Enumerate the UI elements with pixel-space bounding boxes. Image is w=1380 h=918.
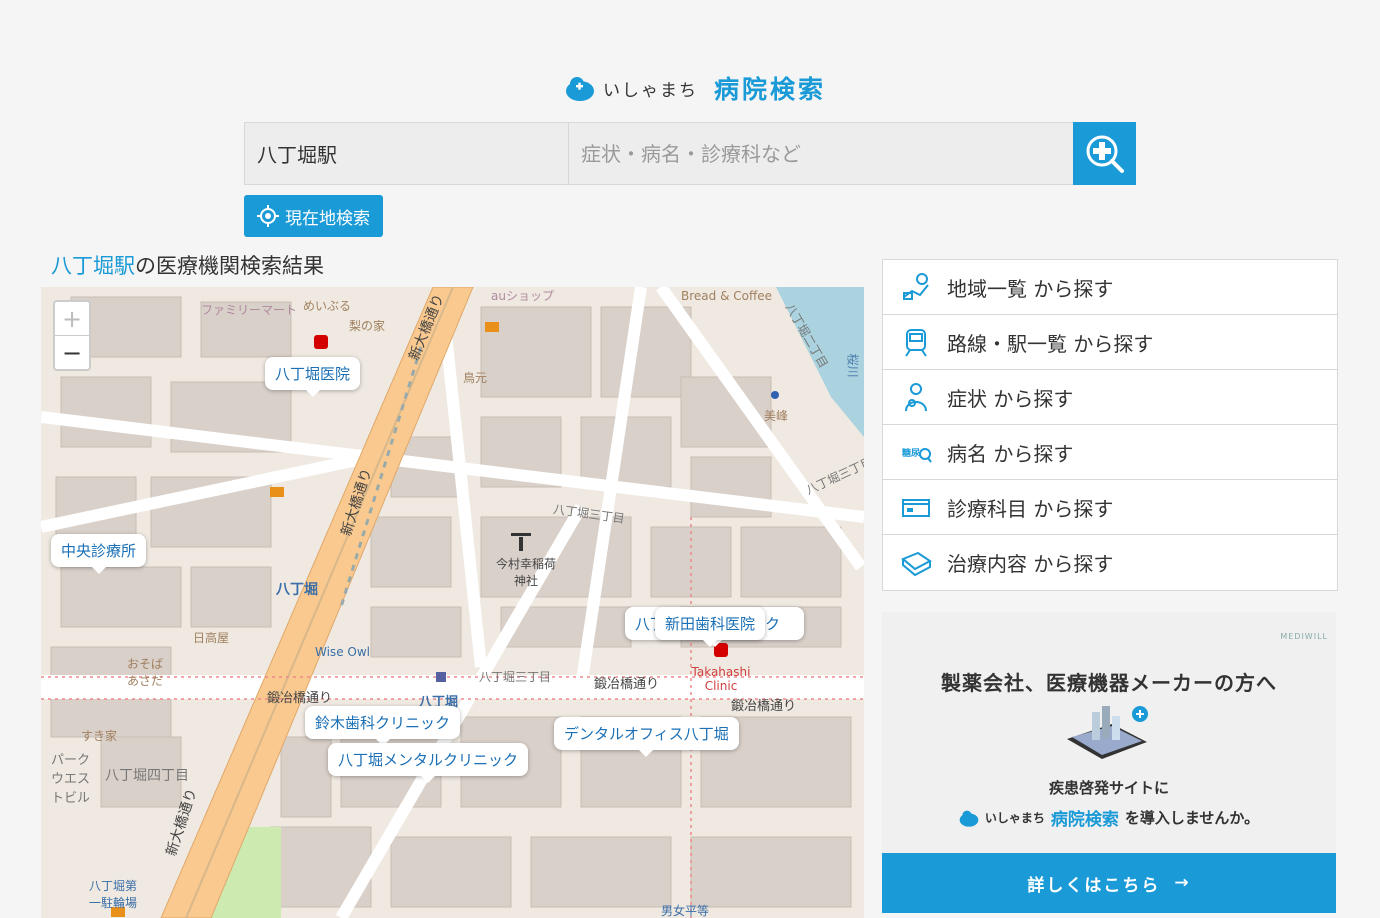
zoom-out-button[interactable]: − xyxy=(55,336,89,369)
search-button[interactable] xyxy=(1073,122,1136,185)
site-logo[interactable]: いしゃまち 病院検索 xyxy=(565,70,826,106)
map-label-meiburu: めいぶる xyxy=(303,299,352,313)
popup-nitta-shika[interactable]: 新田歯科医院 xyxy=(655,607,766,647)
map-label-kajibashi-2: 鍛冶橋通り xyxy=(594,677,660,692)
map-label-park-west: パーク ウエス トビル xyxy=(51,753,91,806)
keyword-input[interactable] xyxy=(569,123,1073,184)
result-title-suffix: の医療機関検索結果 xyxy=(135,254,324,278)
side-item-treatment-label: 治療内容 から探す xyxy=(947,552,1114,576)
ad-logo-small: いしゃまち xyxy=(984,811,1045,825)
map-view[interactable]: + − ファミリーマート めいぶる 梨の家 auショップ Bread & Cof… xyxy=(41,287,864,918)
map-label-hatchobori-station: 八丁堀 xyxy=(276,582,318,598)
popup-hatchobori-iin[interactable]: 八丁堀医院 xyxy=(265,357,361,397)
map-label-sukiya: すき家 xyxy=(81,729,118,743)
map-label-family-mart: ファミリーマート xyxy=(201,303,298,317)
map-label-au: auショップ xyxy=(491,289,554,303)
search-bar xyxy=(244,122,1136,185)
treatment-book-icon xyxy=(899,546,933,580)
disease-icon: 糖尿 xyxy=(899,435,933,469)
ad-cta-button[interactable]: 詳しくはこちら → xyxy=(882,853,1336,913)
map-label-mimine: 美峰 xyxy=(764,409,789,423)
zoom-control: + − xyxy=(53,300,91,371)
map-label-hidaka: 日高屋 xyxy=(193,631,230,645)
location-input[interactable] xyxy=(245,123,569,184)
side-item-disease-label: 病名 から探す xyxy=(947,441,1074,466)
map-label-hatchobori-4: 八丁堀四丁目 xyxy=(105,768,189,784)
logo-text: いしゃまち xyxy=(603,80,698,101)
map-label-wise-owl: Wise Owl xyxy=(315,645,370,659)
side-item-region[interactable]: 地域一覧 から探す xyxy=(883,260,1337,315)
map-label-kajibashi-1: 鍛冶橋通り xyxy=(267,691,333,706)
ad-cta-label: 詳しくはこちら xyxy=(1027,875,1161,896)
map-label-danjo: 男女平等 xyxy=(661,904,710,918)
ad-sub: 疾患啓発サイトに xyxy=(1048,779,1169,797)
map-label-nashinoie: 梨の家 xyxy=(349,319,386,333)
map-label-sakura: 桜川 xyxy=(845,353,860,378)
current-location-label: 現在地検索 xyxy=(285,208,370,229)
map-label-torigen: 鳥元 xyxy=(463,371,488,385)
popup-dental-office[interactable]: デンタルオフィス八丁堀 xyxy=(554,717,739,757)
side-item-train[interactable]: 路線・駅一覧 から探す xyxy=(883,315,1337,370)
ad-line: いしゃまち 病院検索 を導入しませんか。 xyxy=(882,805,1336,830)
side-item-department-label: 診療科目 から探す xyxy=(947,496,1114,521)
map-label-parking: 八丁堀第一駐輪場 xyxy=(89,879,138,910)
map-base xyxy=(41,287,864,918)
side-item-region-label: 地域一覧 から探す xyxy=(947,276,1114,301)
side-item-symptom-label: 症状 から探す xyxy=(947,386,1074,411)
side-item-symptom[interactable]: 症状 から探す xyxy=(883,370,1337,425)
svg-text:糖尿: 糖尿 xyxy=(902,447,920,459)
phone-city-illustration-icon xyxy=(1062,704,1152,768)
department-icon xyxy=(899,490,933,524)
side-item-treatment[interactable]: 治療内容 から探す xyxy=(883,535,1337,590)
map-region-icon xyxy=(899,270,933,304)
train-icon xyxy=(899,325,933,359)
current-location-search-button[interactable]: 現在地検索 xyxy=(244,195,383,237)
map-label-bread: Bread & Coffee xyxy=(681,289,772,303)
ad-logo-blue: 病院検索 xyxy=(1050,810,1119,830)
map-label-osoba: おそば あさだ xyxy=(127,657,164,688)
popup-suzuki-shika[interactable]: 鈴木歯科クリニック xyxy=(305,706,461,746)
zoom-in-button[interactable]: + xyxy=(55,302,89,336)
ad-logo-cloud-icon xyxy=(959,810,979,827)
side-item-department[interactable]: 診療科目 から探す xyxy=(883,480,1337,535)
logo-cloud-icon xyxy=(565,73,595,103)
result-station-link[interactable]: 八丁堀駅 xyxy=(51,254,135,278)
ad-banner: MEDIWILL 製薬会社、医療機器メーカーの方へ 疾患啓発サイトに いしゃまち… xyxy=(882,612,1336,913)
map-label-kajibashi-3: 鍛冶橋通り xyxy=(731,699,797,714)
search-method-list: 地域一覧 から探す 路線・駅一覧 から探す 症状 から探す 糖尿 病名 から探す… xyxy=(882,259,1338,591)
side-item-train-label: 路線・駅一覧 から探す xyxy=(947,331,1154,356)
result-title: 八丁堀駅の医療機関検索結果 xyxy=(51,250,324,280)
ad-title: 製薬会社、医療機器メーカーの方へ xyxy=(941,671,1277,695)
popup-chuo-shinryojo[interactable]: 中央診療所 xyxy=(51,534,147,574)
popup-mental-clinic[interactable]: 八丁堀メンタルクリニック xyxy=(328,743,529,783)
side-item-disease[interactable]: 糖尿 病名 から探す xyxy=(883,425,1337,480)
ad-brand-logo: MEDIWILL xyxy=(1280,632,1328,641)
logo-service-name: 病院検索 xyxy=(714,75,827,104)
symptom-person-icon xyxy=(899,380,933,414)
ad-line-tail: を導入しませんか。 xyxy=(1124,809,1260,827)
arrow-right-icon: → xyxy=(1174,873,1191,893)
search-icon xyxy=(1086,135,1124,173)
map-label-hatchobori-3c: 八丁堀三丁目 xyxy=(479,670,552,684)
crosshair-icon xyxy=(257,205,279,227)
map-label-shrine: 今村幸稲荷神社 xyxy=(496,557,557,588)
map-label-takahashi: Takahashi Clinic xyxy=(691,665,751,693)
popup-partial-suffix: ク xyxy=(765,615,781,633)
